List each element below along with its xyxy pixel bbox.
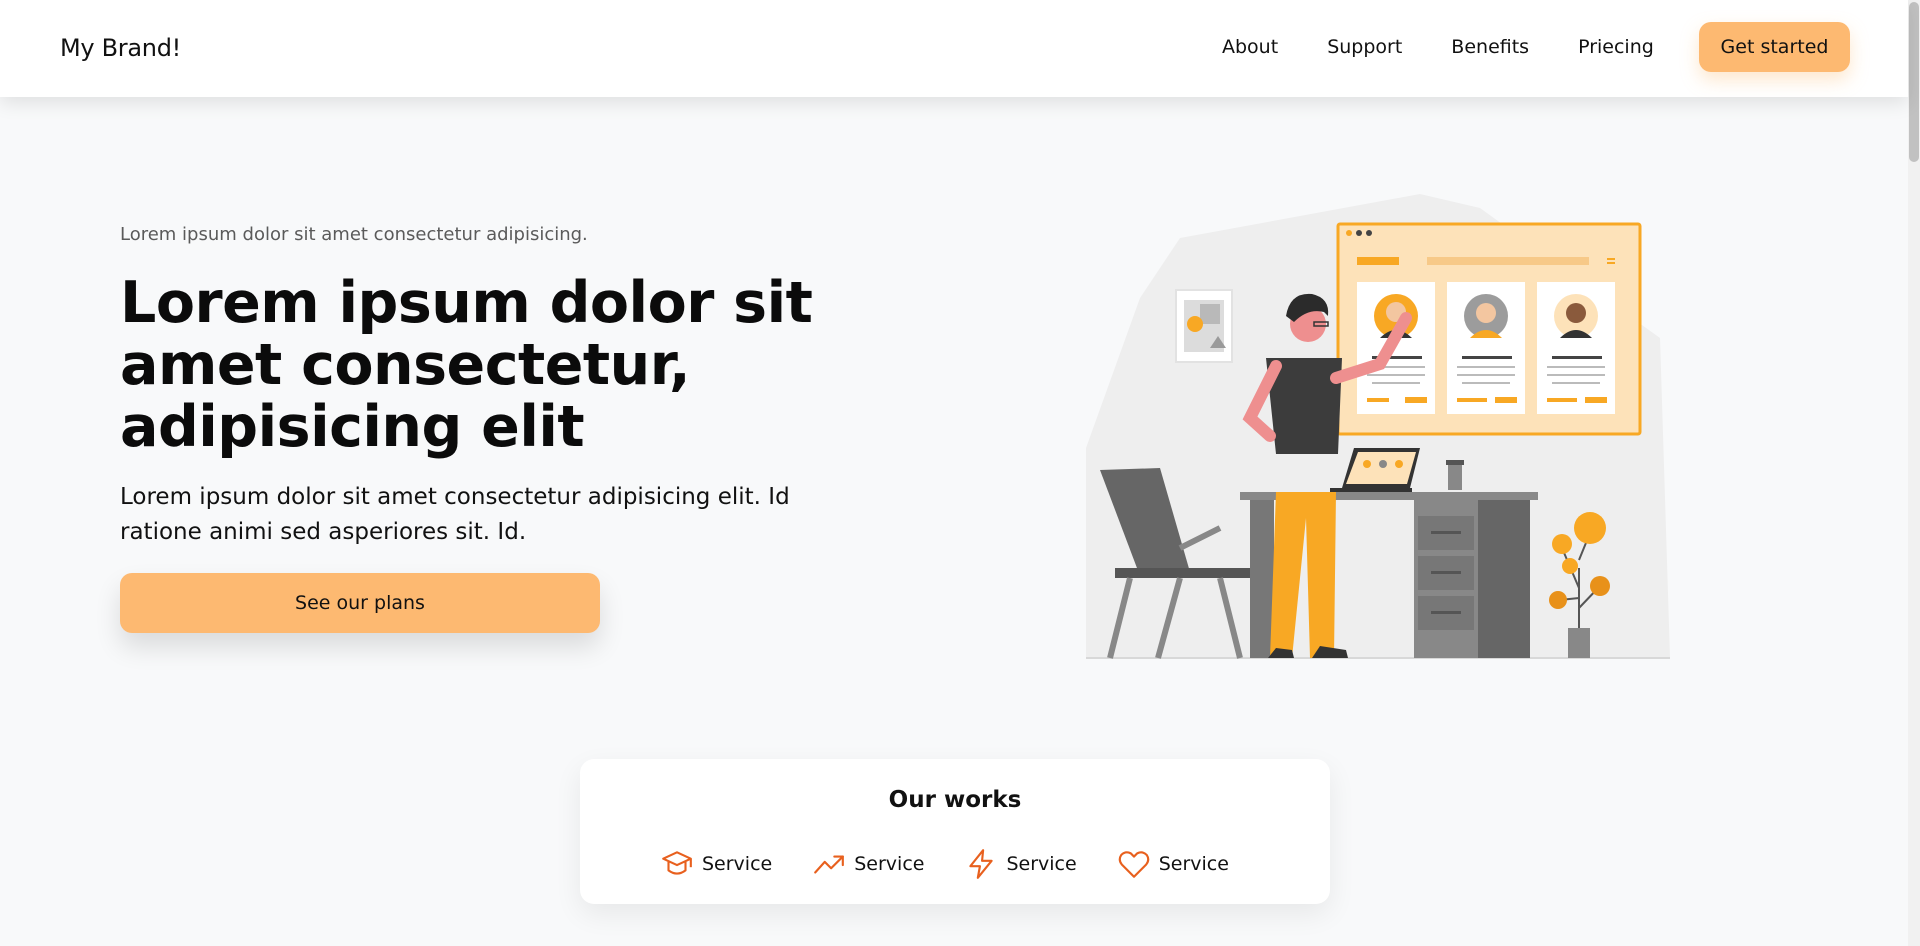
hero-subtitle: Lorem ipsum dolor sit amet consectetur a… [120, 484, 790, 545]
service-label: Service [702, 853, 773, 875]
service-item[interactable]: Service [812, 847, 924, 881]
service-label: Service [1006, 853, 1077, 875]
service-item[interactable]: Service [1117, 847, 1229, 881]
nav-link-pricing[interactable]: Priecing [1578, 36, 1654, 58]
graduation-cap-icon [662, 851, 692, 875]
trending-up-icon [814, 855, 845, 874]
page-scrollbar[interactable] [1908, 0, 1920, 946]
nav-link-about[interactable]: About [1222, 36, 1278, 58]
scrollbar-thumb[interactable] [1909, 2, 1919, 162]
our-works-title: Our works [888, 787, 1022, 813]
heart-icon [1118, 851, 1149, 878]
lightning-icon [969, 849, 994, 879]
main-nav: About Support Benefits Priecing [1222, 36, 1654, 58]
get-started-button[interactable]: Get started [1699, 22, 1850, 72]
hero-title: Lorem ipsum dolor sit amet consectetur, … [120, 270, 813, 460]
nav-link-support[interactable]: Support [1327, 36, 1402, 58]
brand-logo[interactable]: My Brand! [60, 34, 181, 62]
service-label: Service [1158, 853, 1229, 875]
hero-illustration [1086, 194, 1670, 659]
services-list: Service Service Service Service [660, 847, 1229, 881]
hero-eyebrow: Lorem ipsum dolor sit amet consectetur a… [120, 224, 588, 245]
service-item[interactable]: Service [964, 847, 1077, 881]
see-plans-button[interactable]: See our plans [120, 573, 600, 633]
service-item[interactable]: Service [660, 847, 772, 881]
nav-link-benefits[interactable]: Benefits [1451, 36, 1529, 58]
our-works-card: Our works Service Service Service Servic… [580, 759, 1330, 904]
top-navbar: My Brand! About Support Benefits Priecin… [0, 0, 1908, 97]
service-label: Service [854, 853, 925, 875]
